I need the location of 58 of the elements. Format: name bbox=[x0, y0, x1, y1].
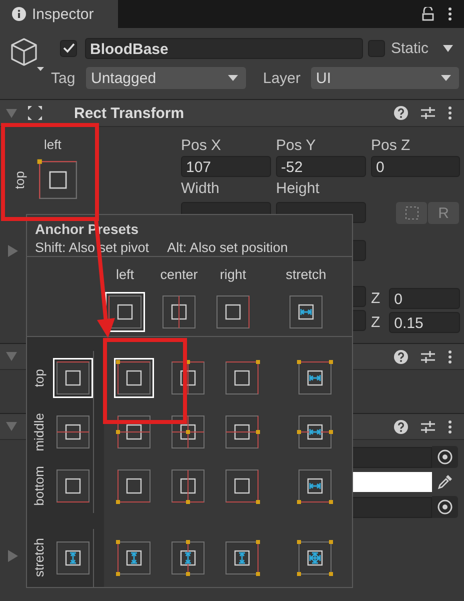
field-label: Height bbox=[276, 180, 320, 199]
settings-icon[interactable] bbox=[421, 420, 435, 434]
column-label: stretch bbox=[284, 266, 328, 282]
axis-label: Z bbox=[371, 314, 380, 330]
lock-icon[interactable] bbox=[422, 7, 434, 21]
input-field[interactable]: -52 bbox=[276, 156, 366, 177]
caret-icon bbox=[228, 75, 238, 81]
target-icon[interactable] bbox=[432, 446, 458, 468]
inspector-tab[interactable]: Inspector bbox=[0, 0, 118, 28]
input-field[interactable]: 0 bbox=[371, 156, 460, 177]
more-icon[interactable] bbox=[448, 106, 452, 120]
caret-icon bbox=[441, 75, 451, 81]
hint-text: Alt: Also set position bbox=[167, 240, 288, 255]
horizontal-anchor-label: left bbox=[44, 137, 62, 152]
settings-icon[interactable] bbox=[421, 350, 435, 364]
field-label: Pos X bbox=[181, 137, 222, 156]
name-field[interactable]: BloodBase bbox=[85, 38, 363, 58]
axis-label: Z bbox=[371, 290, 380, 306]
tag-dropdown[interactable]: Untagged bbox=[86, 67, 246, 89]
input-field[interactable]: 0 bbox=[389, 288, 460, 308]
target-icon[interactable] bbox=[432, 496, 458, 518]
component-header[interactable]: Rect Transform bbox=[0, 100, 464, 127]
help-icon[interactable] bbox=[394, 420, 408, 434]
vertical-anchor-label: top bbox=[12, 170, 27, 190]
row-label: middle bbox=[31, 412, 47, 452]
info-icon bbox=[12, 7, 26, 21]
anchor-preset-button[interactable] bbox=[105, 292, 145, 332]
column-label: left bbox=[114, 266, 135, 282]
more-icon[interactable] bbox=[448, 420, 452, 434]
anchor-preset-button[interactable] bbox=[295, 538, 335, 578]
more-icon[interactable] bbox=[448, 7, 452, 21]
input-field[interactable]: 0.15 bbox=[389, 312, 460, 332]
dashed-square-icon bbox=[404, 206, 418, 220]
rect-transform-icon bbox=[27, 105, 43, 121]
settings-icon[interactable] bbox=[421, 106, 435, 120]
row-label: bottom bbox=[31, 466, 47, 506]
more-icon[interactable] bbox=[448, 350, 452, 364]
help-icon[interactable] bbox=[394, 350, 408, 364]
column-label: right bbox=[218, 266, 248, 282]
field-label: Pos Y bbox=[276, 137, 317, 156]
row-label: top bbox=[31, 368, 47, 388]
input-field[interactable]: 107 bbox=[181, 156, 271, 177]
static-label: Static bbox=[391, 40, 429, 56]
row-label: stretch bbox=[31, 538, 47, 578]
field-label: Width bbox=[181, 180, 220, 199]
tag-label: Tag bbox=[51, 70, 76, 86]
column-label: center bbox=[159, 266, 199, 282]
blueprint-mode-button[interactable] bbox=[396, 202, 427, 224]
layer-label: Layer bbox=[263, 70, 302, 86]
anchor-preset-button[interactable] bbox=[114, 358, 154, 398]
caret-icon[interactable] bbox=[442, 44, 453, 52]
component-title: Rect Transform bbox=[74, 104, 184, 122]
layer-dropdown[interactable]: UI bbox=[311, 67, 459, 89]
help-icon[interactable] bbox=[394, 106, 408, 120]
static-checkbox[interactable] bbox=[368, 40, 385, 56]
field-label: Pos Z bbox=[371, 137, 412, 156]
active-checkbox[interactable] bbox=[60, 40, 77, 56]
anchor-preset-button[interactable] bbox=[53, 358, 93, 398]
